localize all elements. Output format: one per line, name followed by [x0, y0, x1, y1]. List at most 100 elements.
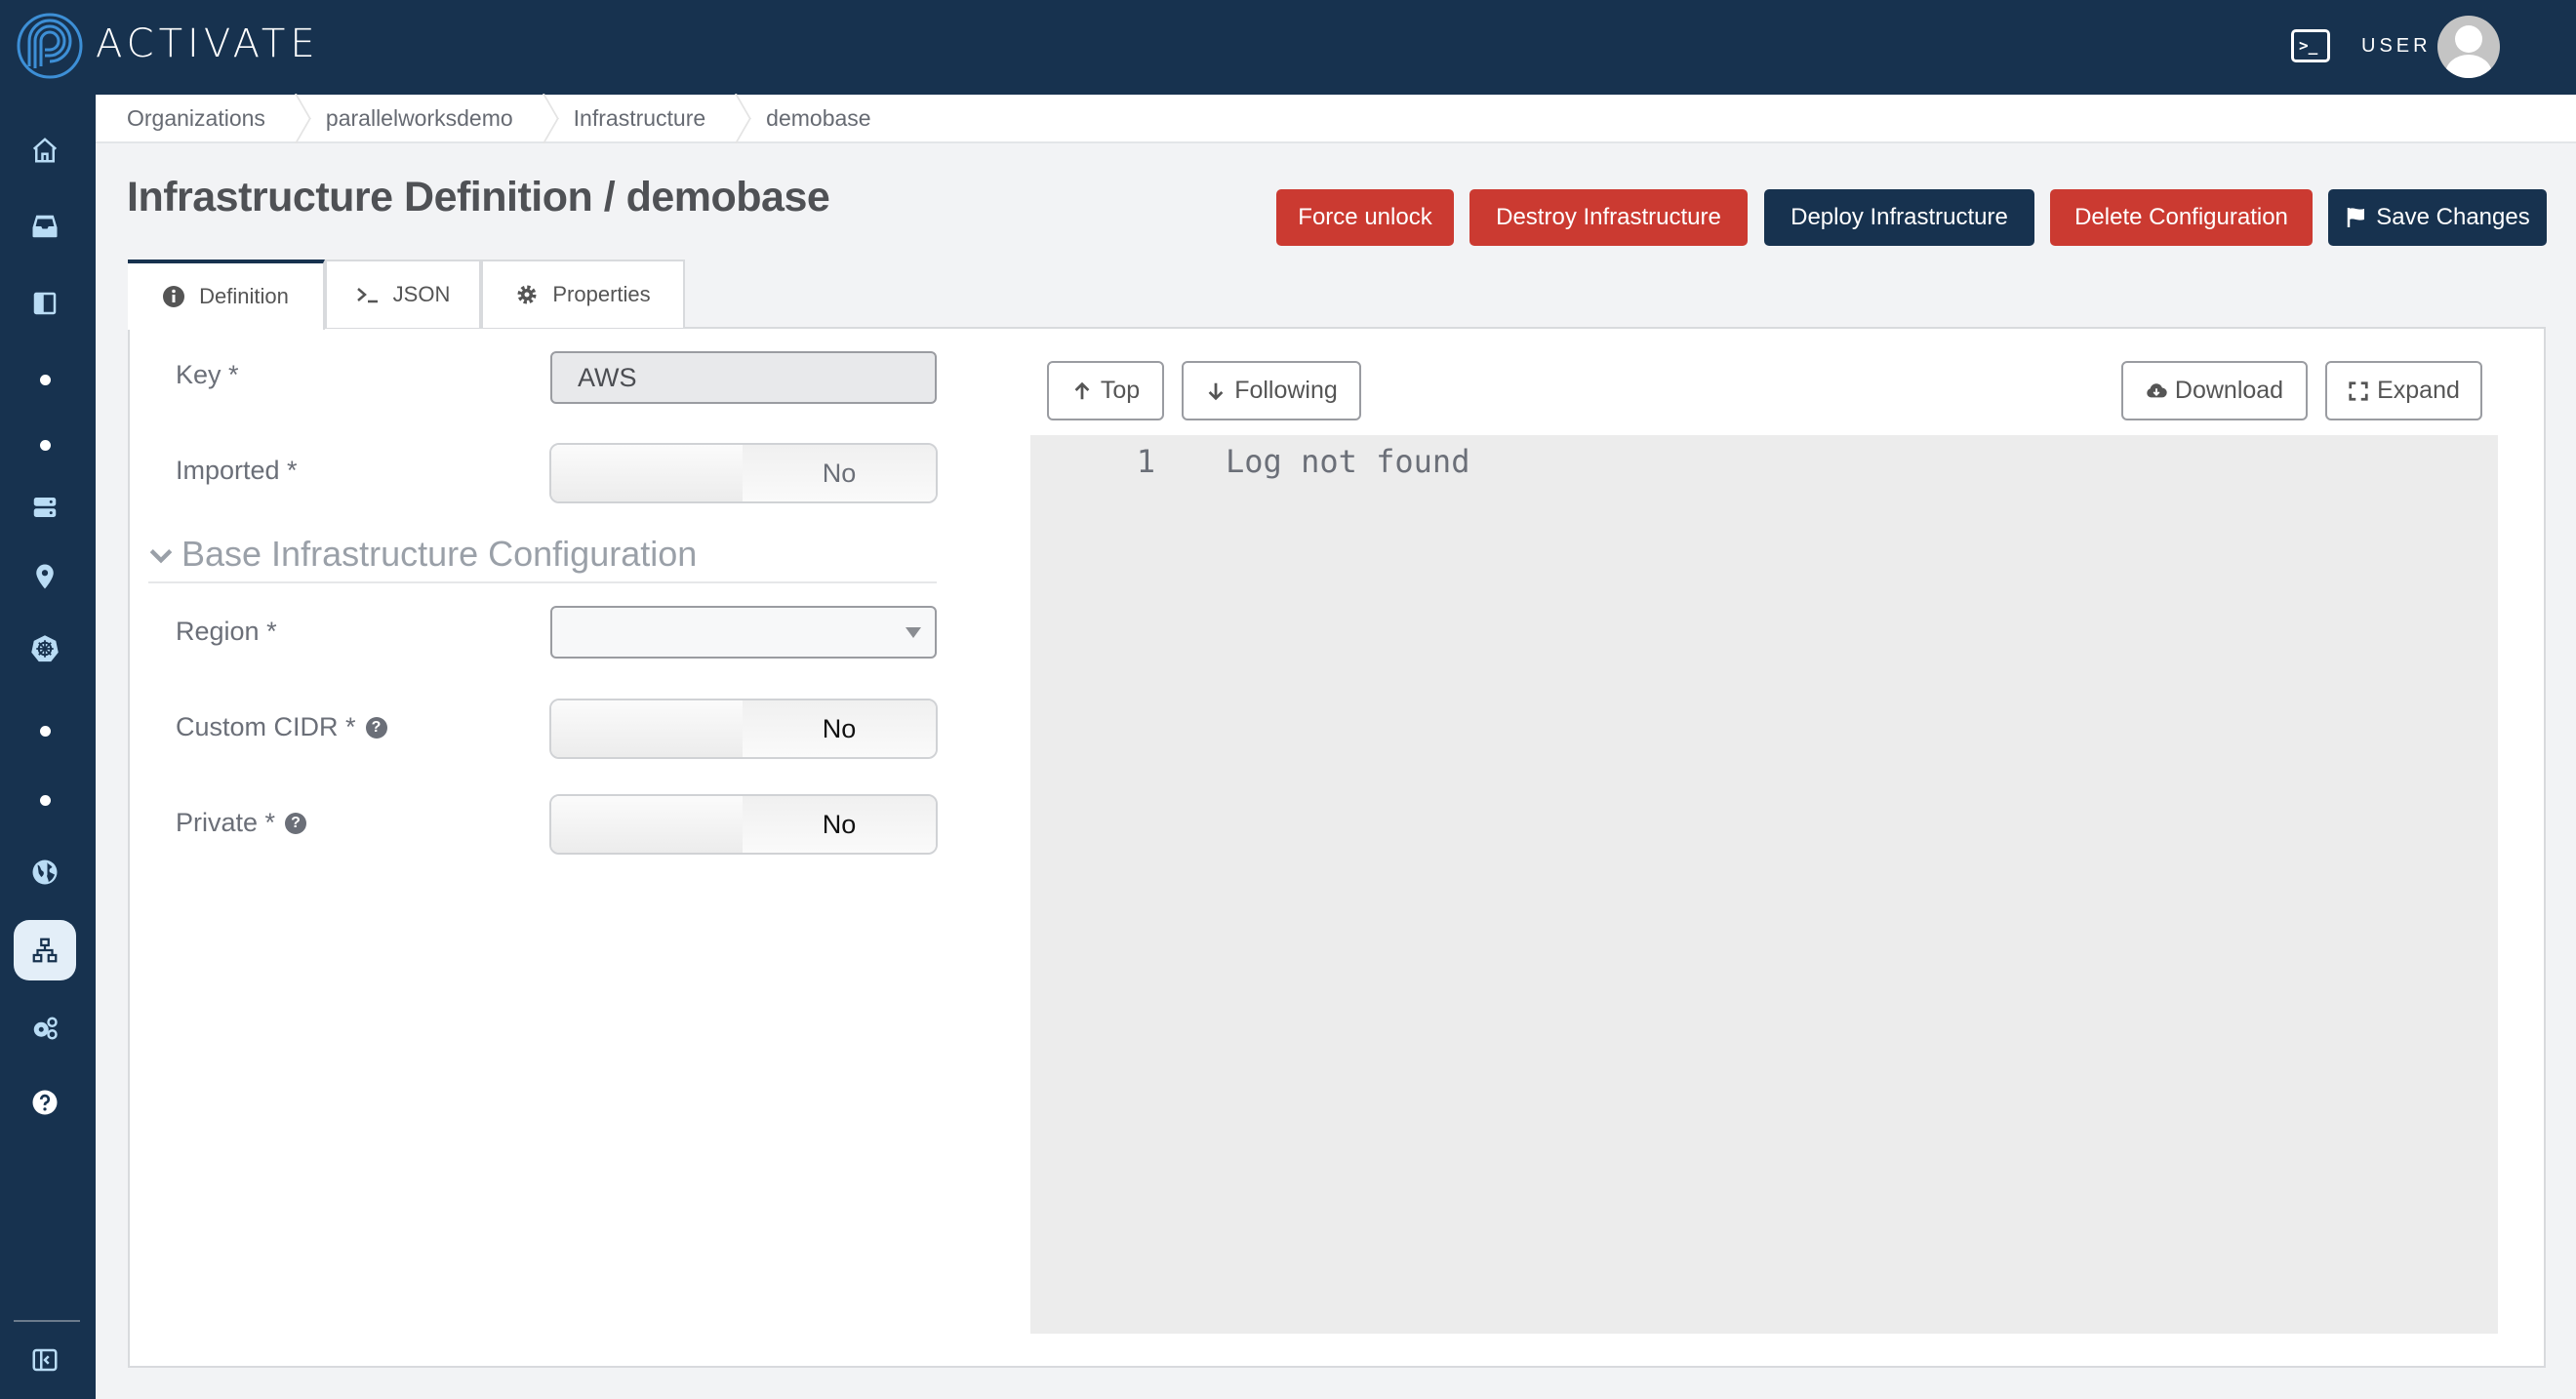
breadcrumb-organizations[interactable]: Organizations [127, 95, 287, 141]
flag-icon [2348, 208, 2365, 227]
arrow-up-icon [1074, 381, 1090, 399]
sidebar-item-dot-4[interactable] [14, 770, 76, 830]
tab-label: Definition [199, 284, 289, 308]
home-icon [32, 138, 58, 163]
log-line: 1 Log not found [1030, 443, 1470, 480]
info-circle-icon [163, 286, 185, 307]
download-label: Download [2174, 377, 2284, 404]
private-value: No [743, 796, 936, 853]
log-line-number: 1 [1136, 443, 1155, 480]
custom-cidr-label: Custom CIDR * ? [176, 712, 387, 742]
base-infrastructure-section-header[interactable]: Base Infrastructure Configuration [148, 534, 937, 583]
custom-cidr-toggle[interactable]: No [549, 699, 938, 759]
help-icon[interactable]: ? [365, 716, 387, 739]
gears-icon [33, 1017, 58, 1040]
collapse-sidebar-icon [32, 1348, 58, 1372]
sidebar-item-home[interactable] [14, 120, 76, 180]
dot-icon [39, 374, 51, 385]
sidebar-divider [14, 1320, 80, 1322]
toggle-off-half [551, 796, 743, 853]
sidebar-item-help[interactable] [14, 1072, 76, 1133]
top-label: Top [1100, 377, 1141, 404]
imported-toggle[interactable]: No [549, 443, 938, 503]
private-toggle[interactable]: No [549, 794, 938, 855]
activate-logo-icon[interactable] [16, 12, 84, 80]
section-title: Base Infrastructure Configuration [181, 534, 698, 574]
map-pin-icon [36, 564, 54, 589]
key-label: Key * [176, 360, 239, 389]
sidebar-item-storage[interactable] [14, 477, 76, 538]
toggle-off-half [551, 445, 743, 501]
download-button[interactable]: Download [2121, 361, 2308, 420]
custom-cidr-value: No [743, 700, 936, 757]
save-changes-button[interactable]: Save Changes [2328, 189, 2547, 246]
sidebar-item-infrastructure[interactable] [14, 920, 76, 980]
sidebar-item-location[interactable] [14, 546, 76, 607]
cloud-download-icon [2147, 382, 2167, 397]
sidebar-item-kubernetes[interactable] [14, 619, 76, 679]
imported-label: Imported * [176, 456, 298, 485]
expand-button[interactable]: Expand [2325, 361, 2482, 420]
following-button[interactable]: Following [1182, 361, 1361, 420]
dropdown-caret-icon [906, 627, 921, 638]
globe-icon [32, 859, 58, 885]
sidebar [0, 95, 96, 1399]
breadcrumb-infrastructure[interactable]: Infrastructure [574, 95, 728, 141]
log-viewer[interactable]: 1 Log not found [1030, 435, 2498, 1334]
region-label: Region * [176, 617, 277, 646]
force-unlock-button[interactable]: Force unlock [1276, 189, 1454, 246]
help-icon[interactable]: ? [285, 812, 307, 834]
region-select[interactable] [550, 606, 937, 659]
dot-icon [39, 725, 51, 737]
sidebar-item-globe[interactable] [14, 842, 76, 902]
key-input[interactable]: AWS [550, 351, 937, 404]
sitemap-icon [32, 938, 58, 963]
question-circle-icon [32, 1090, 58, 1115]
following-label: Following [1234, 377, 1338, 404]
expand-icon [2349, 380, 2368, 401]
top-bar: ACTIVATE >_ USER [0, 0, 2576, 95]
scroll-top-button[interactable]: Top [1047, 361, 1164, 420]
tab-label: JSON [392, 282, 451, 306]
destroy-infrastructure-button[interactable]: Destroy Infrastructure [1469, 189, 1748, 246]
breadcrumb: Organizations parallelworksdemo Infrastr… [96, 95, 2576, 143]
imported-value: No [743, 445, 936, 501]
tab-json[interactable]: JSON [325, 260, 481, 328]
arrow-down-icon [1208, 382, 1224, 400]
dot-icon [39, 794, 51, 806]
deploy-infrastructure-button[interactable]: Deploy Infrastructure [1764, 189, 2034, 246]
sidebar-item-settings[interactable] [14, 998, 76, 1059]
inbox-icon [32, 215, 58, 238]
page-title: Infrastructure Definition / demobase [127, 174, 830, 220]
log-line-text: Log not found [1226, 443, 1470, 480]
terminal-prompt-icon [356, 288, 378, 303]
breadcrumb-organization[interactable]: parallelworksdemo [326, 95, 535, 141]
toggle-off-half [551, 700, 743, 757]
helm-wheel-icon [31, 635, 59, 662]
delete-configuration-button[interactable]: Delete Configuration [2050, 189, 2313, 246]
user-label[interactable]: USER [2361, 35, 2432, 58]
private-label: Private * ? [176, 808, 307, 838]
breadcrumb-separator [295, 94, 316, 142]
server-icon [33, 498, 57, 517]
chevron-down-icon [149, 549, 173, 564]
sidebar-item-dot-1[interactable] [14, 349, 76, 410]
sidebar-item-dot-3[interactable] [14, 700, 76, 761]
user-avatar-icon[interactable] [2437, 16, 2500, 78]
breadcrumb-separator [543, 94, 564, 142]
breadcrumb-current: demobase [766, 104, 871, 131]
sidebar-item-inbox[interactable] [14, 196, 76, 257]
tab-definition[interactable]: Definition [128, 260, 325, 330]
sidebar-item-dot-2[interactable] [14, 415, 76, 475]
tab-label: Properties [552, 282, 651, 306]
gear-icon [517, 285, 537, 304]
sidebar-item-panel[interactable] [14, 273, 76, 334]
save-changes-label: Save Changes [2376, 204, 2530, 230]
expand-label: Expand [2377, 377, 2460, 404]
collapse-sidebar-button[interactable] [14, 1330, 76, 1390]
brand-name: ACTIVATE [96, 21, 320, 66]
sidebar-panel-icon [33, 292, 57, 315]
terminal-icon[interactable]: >_ [2291, 29, 2330, 62]
breadcrumb-separator [735, 94, 756, 142]
tab-properties[interactable]: Properties [481, 260, 685, 328]
